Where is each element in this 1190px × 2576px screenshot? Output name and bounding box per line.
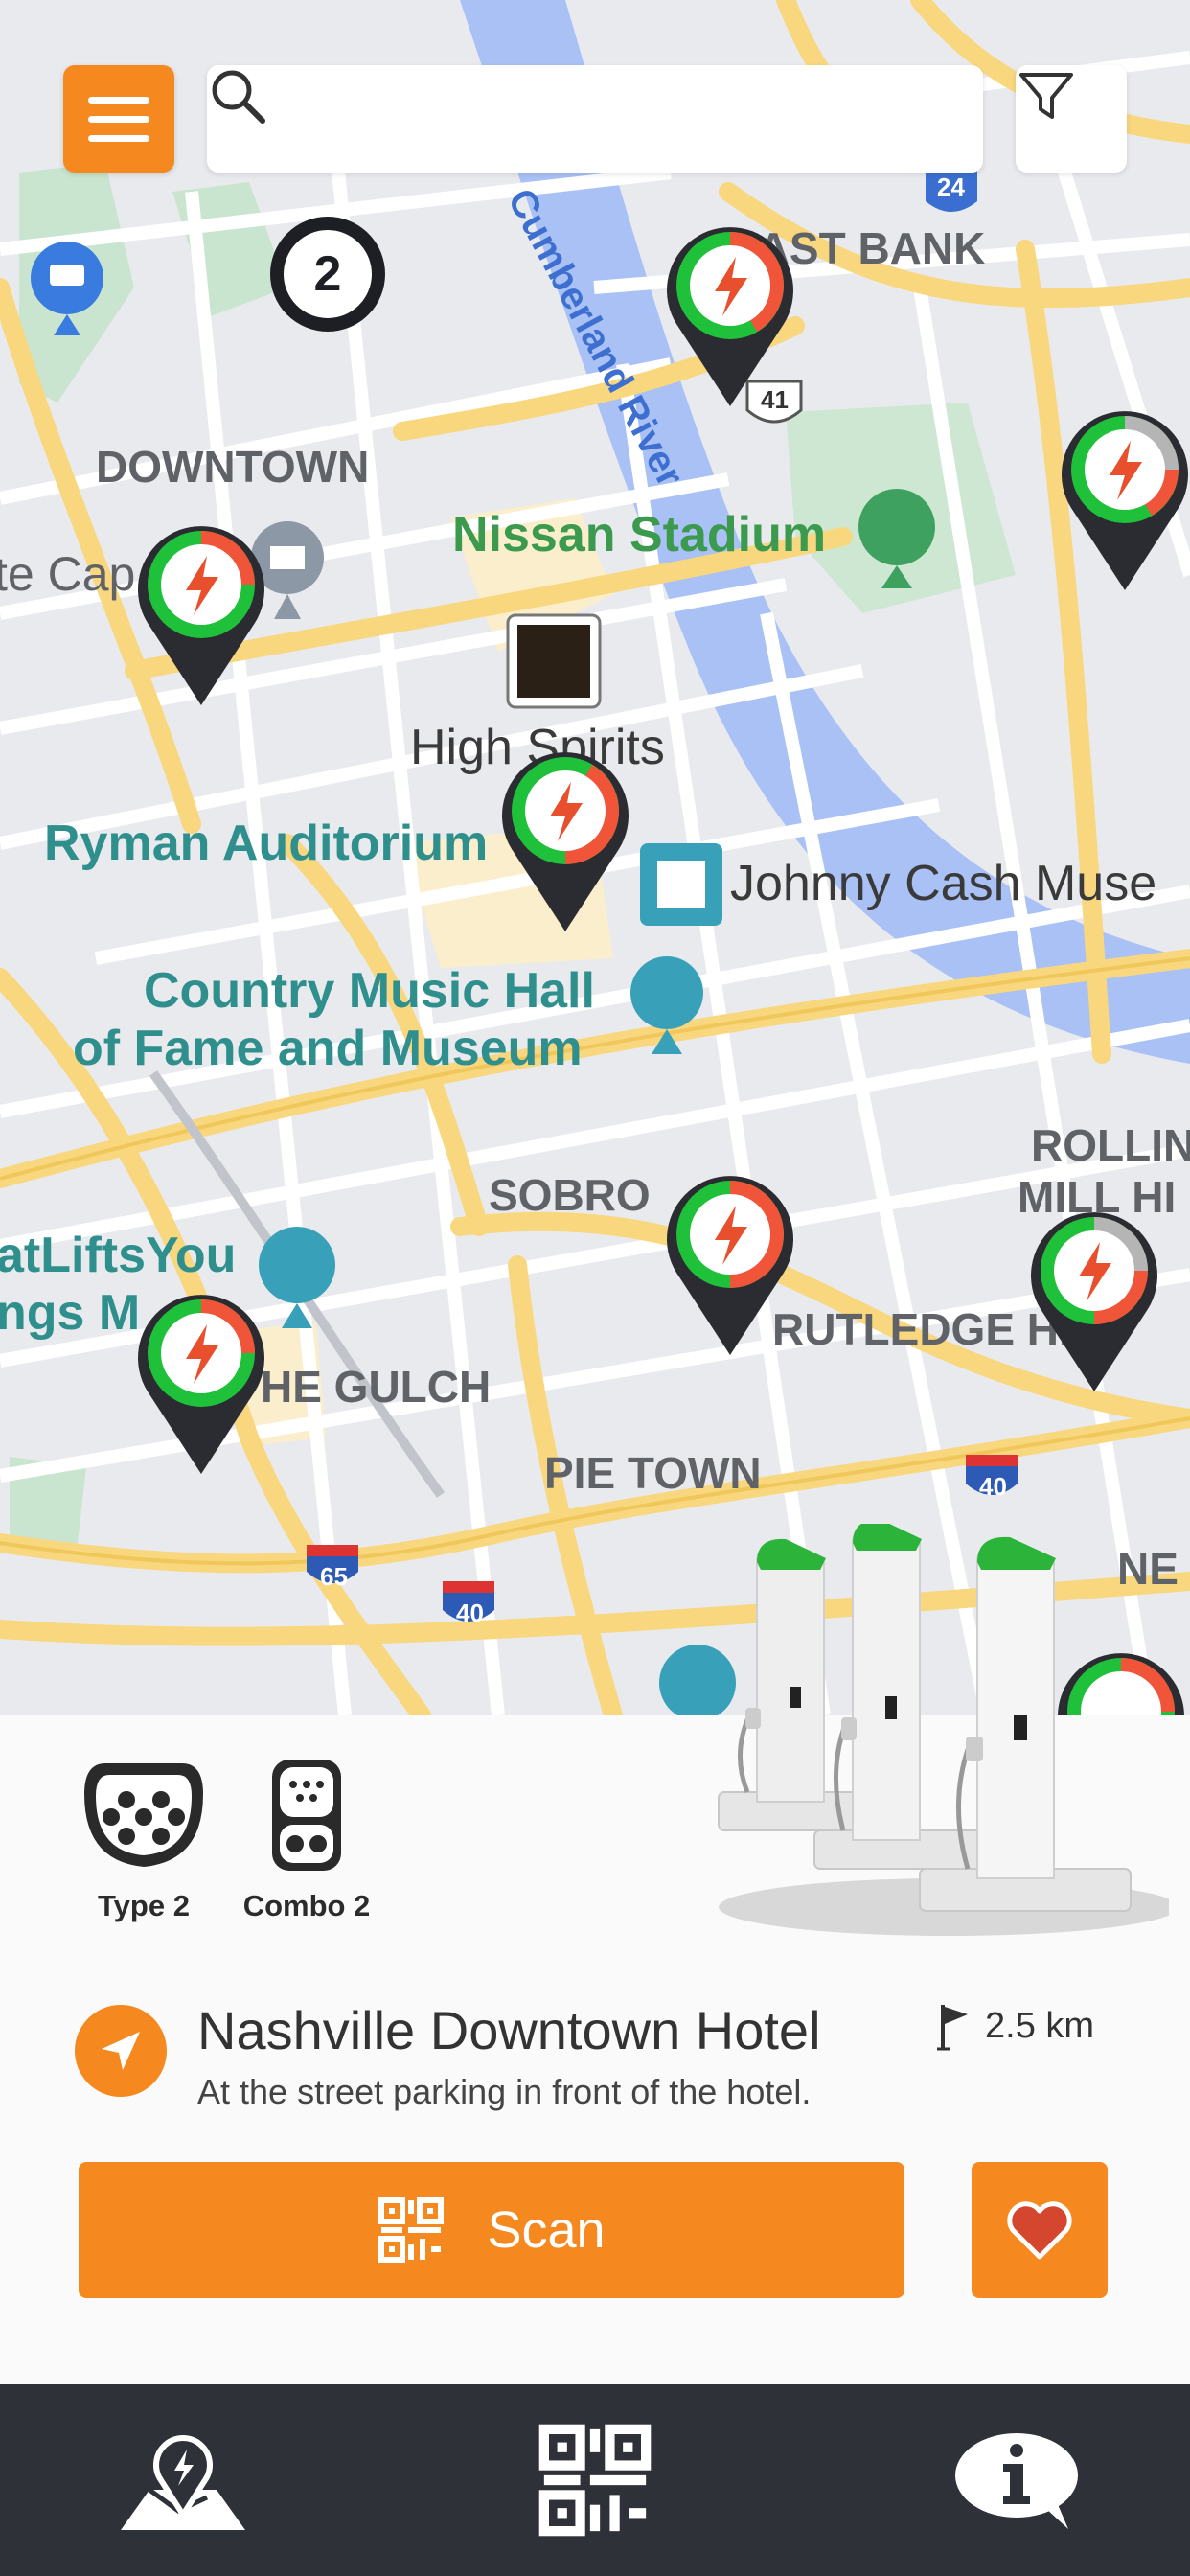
map-label-capitol: te Cap bbox=[0, 547, 136, 601]
charging-stations-illustration bbox=[718, 1524, 1169, 1936]
charger-pin[interactable] bbox=[1058, 402, 1190, 590]
charger-pin[interactable] bbox=[134, 518, 268, 705]
connector-label: Type 2 bbox=[98, 1889, 190, 1922]
route-40-label-a: 40 bbox=[979, 1472, 1007, 1501]
connector-combo2[interactable]: Combo 2 bbox=[240, 1756, 374, 1923]
map-label-nissan-stadium: Nissan Stadium bbox=[452, 507, 827, 563]
station-description: At the street parking in front of the ho… bbox=[197, 2072, 812, 2111]
station-name: Nashville Downtown Hotel bbox=[197, 2000, 821, 2060]
map-label-johnny-cash: Johnny Cash Muse bbox=[730, 856, 1157, 911]
charger-pin[interactable] bbox=[498, 744, 632, 932]
filter-funnel-icon bbox=[1019, 73, 1073, 119]
bottom-navigation-bar bbox=[0, 2384, 1190, 2576]
qr-code-icon bbox=[538, 2424, 652, 2537]
navigate-button[interactable] bbox=[75, 2005, 167, 2097]
map-label-country-music-hall-2: of Fame and Museum bbox=[73, 1021, 583, 1076]
map-label-the-gulch: HE GULCH bbox=[261, 1362, 492, 1412]
nav-scan-tab[interactable] bbox=[523, 2423, 667, 2538]
station-distance: 2.5 km bbox=[935, 2001, 1094, 2051]
hamburger-menu-icon[interactable] bbox=[63, 65, 174, 172]
heart-icon bbox=[1007, 2201, 1072, 2260]
route-24-label: 24 bbox=[937, 172, 965, 201]
charger-pin[interactable] bbox=[663, 1167, 797, 1355]
favorite-button[interactable] bbox=[972, 2162, 1108, 2298]
type2-connector-icon bbox=[84, 1763, 203, 1867]
charger-pin[interactable] bbox=[1027, 1204, 1161, 1392]
route-65-label: 65 bbox=[320, 1562, 348, 1591]
search-icon[interactable] bbox=[207, 65, 268, 126]
scan-button-label: Scan bbox=[487, 2201, 606, 2259]
map-label-pie-town: PIE TOWN bbox=[544, 1448, 762, 1498]
nav-info-tab[interactable] bbox=[945, 2423, 1088, 2538]
info-bubble-icon bbox=[955, 2433, 1078, 2529]
combo2-connector-icon bbox=[272, 1760, 341, 1871]
route-40-label-b: 40 bbox=[456, 1598, 484, 1627]
station-cluster-marker[interactable]: 2 bbox=[270, 217, 385, 332]
map-label-rolling-mill-1: ROLLIN bbox=[1031, 1120, 1190, 1170]
map-label-lifts-you-1: atLiftsYou bbox=[0, 1228, 237, 1283]
connector-label: Combo 2 bbox=[242, 1889, 371, 1922]
map-label-country-music-hall-1: Country Music Hall bbox=[144, 963, 595, 1019]
distance-value: 2.5 km bbox=[985, 2005, 1095, 2046]
charger-pin[interactable] bbox=[663, 218, 797, 406]
qr-code-icon bbox=[378, 2197, 445, 2263]
scan-button[interactable]: Scan bbox=[79, 2162, 904, 2298]
flag-icon bbox=[937, 2005, 968, 2051]
map-label-lifts-you-2: ngs M bbox=[0, 1285, 141, 1341]
search-bar[interactable] bbox=[207, 65, 983, 174]
connector-type2[interactable]: Type 2 bbox=[77, 1756, 211, 1923]
map-charging-pin-icon bbox=[121, 2435, 245, 2530]
search-input[interactable] bbox=[230, 65, 885, 174]
map-label-ryman-auditorium: Ryman Auditorium bbox=[44, 816, 489, 871]
charger-pin[interactable] bbox=[134, 1286, 268, 1474]
nav-map-tab[interactable] bbox=[111, 2423, 255, 2538]
map-label-sobro: SOBRO bbox=[489, 1170, 651, 1220]
map-view[interactable]: EAST BANK 41 24 Cumberland River DOWNTOW… bbox=[0, 0, 1190, 1715]
filter-button[interactable] bbox=[1016, 65, 1127, 172]
navigation-arrow-icon bbox=[102, 2032, 140, 2070]
map-label-downtown: DOWNTOWN bbox=[96, 442, 370, 492]
